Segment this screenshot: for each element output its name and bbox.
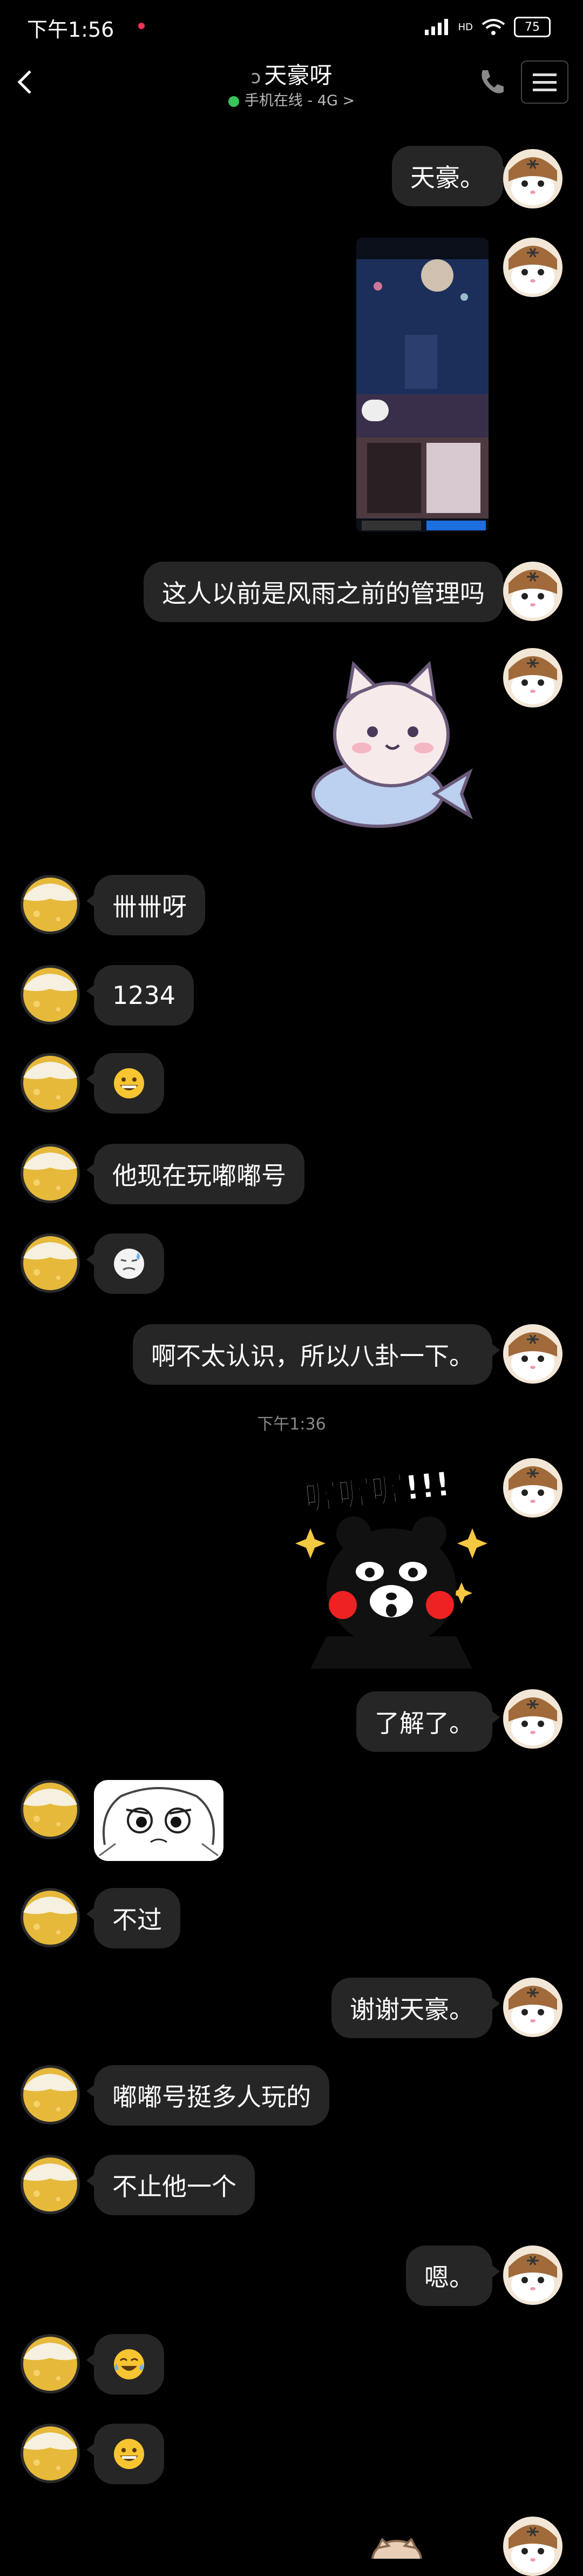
- cartoon-face-sticker[interactable]: [94, 1780, 223, 1861]
- message-bubble[interactable]: [86, 2424, 164, 2484]
- message-text: 了解了。: [375, 1709, 474, 1738]
- tears-of-joy-emoji: [114, 2349, 144, 2379]
- notification-dot: [138, 23, 145, 29]
- avatar[interactable]: [21, 1888, 80, 1947]
- kumamon-sticker[interactable]: 喔喔喔!!!: [294, 1464, 489, 1669]
- message-bubble[interactable]: 他现在玩嘟嘟号: [86, 1144, 304, 1204]
- avatar[interactable]: [503, 1689, 562, 1749]
- online-dot-icon: [228, 96, 239, 107]
- avatar[interactable]: [503, 149, 562, 208]
- message-bubble[interactable]: 不止他一个: [86, 2155, 255, 2215]
- avatar[interactable]: [21, 965, 80, 1024]
- message-bubble[interactable]: [86, 2334, 164, 2395]
- sweat-emoji: [114, 1249, 144, 1279]
- avatar[interactable]: [21, 875, 80, 934]
- chat-header: ↄ 天豪呀 手机在线 - 4G >: [0, 54, 583, 113]
- wifi-icon: [482, 19, 505, 35]
- menu-button[interactable]: [521, 60, 568, 104]
- grin-emoji: [114, 1068, 144, 1098]
- avatar[interactable]: [21, 2155, 80, 2214]
- message-text: 1234: [112, 981, 176, 1010]
- avatar[interactable]: [21, 2065, 80, 2125]
- message-bubble[interactable]: 了解了。: [356, 1691, 500, 1752]
- message-text: 不过: [112, 1905, 162, 1934]
- message-bubble[interactable]: [86, 1053, 164, 1114]
- message-bubble[interactable]: 这人以前是风雨之前的管理吗: [144, 562, 511, 622]
- avatar[interactable]: [503, 1458, 562, 1518]
- hd-label: HD: [458, 21, 473, 33]
- avatar[interactable]: [503, 238, 562, 297]
- avatar[interactable]: [21, 1144, 80, 1203]
- message-bubble[interactable]: [86, 1233, 164, 1294]
- partial-sticker[interactable]: [367, 2538, 426, 2559]
- phone-icon[interactable]: [475, 66, 507, 98]
- avatar[interactable]: [503, 648, 562, 707]
- message-text: 不止他一个: [112, 2172, 236, 2201]
- message-bubble[interactable]: 啊不太认识，所以八卦一下。: [133, 1324, 500, 1385]
- avatar[interactable]: [503, 1978, 562, 2037]
- message-bubble[interactable]: 谢谢天豪。: [331, 1978, 500, 2038]
- battery-icon: 75: [514, 17, 551, 37]
- message-bubble[interactable]: 卌卌呀: [86, 875, 205, 935]
- message-bubble[interactable]: 嘟嘟号挺多人玩的: [86, 2065, 329, 2126]
- message-text: 天豪。: [410, 163, 485, 192]
- battery-level: 75: [525, 20, 540, 34]
- signal-icon: [424, 19, 448, 35]
- avatar[interactable]: [503, 2245, 562, 2305]
- message-text: 谢谢天豪。: [350, 1995, 474, 2024]
- avatar[interactable]: [503, 2517, 562, 2576]
- message-text: 嗯。: [424, 2263, 474, 2292]
- message-bubble[interactable]: 1234: [86, 965, 194, 1026]
- shared-screenshot-image[interactable]: [356, 238, 489, 532]
- message-text: 嘟嘟号挺多人玩的: [112, 2082, 311, 2112]
- avatar[interactable]: [503, 562, 562, 621]
- message-text: 卌卌呀: [112, 892, 187, 921]
- message-bubble[interactable]: 不过: [86, 1888, 180, 1948]
- avatar[interactable]: [21, 1780, 80, 1839]
- avatar[interactable]: [503, 1324, 562, 1384]
- status-icons: HD 75: [424, 15, 551, 39]
- message-text: 这人以前是风雨之前的管理吗: [162, 579, 485, 608]
- grin-emoji: [114, 2439, 144, 2469]
- online-status-text: 手机在线 - 4G: [244, 92, 338, 109]
- timestamp-divider: 下午1:36: [257, 1415, 326, 1434]
- ear-icon: ↄ: [250, 66, 261, 88]
- chevron-right-icon: >: [342, 92, 355, 109]
- message-bubble[interactable]: 天豪。: [392, 146, 511, 206]
- cat-on-fish-sticker[interactable]: [300, 653, 478, 837]
- message-text: 他现在玩嘟嘟号: [112, 1161, 286, 1190]
- avatar[interactable]: [21, 1053, 80, 1112]
- hamburger-icon: [533, 73, 557, 91]
- status-bar: 下午1:56 HD 75: [0, 0, 583, 54]
- message-text: 啊不太认识，所以八卦一下。: [151, 1341, 474, 1371]
- avatar[interactable]: [21, 2334, 80, 2393]
- message-bubble[interactable]: 嗯。: [406, 2245, 500, 2306]
- avatar[interactable]: [21, 2424, 80, 2483]
- status-time: 下午1:56: [27, 18, 114, 42]
- contact-name: 天豪呀: [264, 62, 333, 89]
- sticker-caption: 喔喔喔!!!: [303, 1464, 452, 1519]
- avatar[interactable]: [21, 1233, 80, 1293]
